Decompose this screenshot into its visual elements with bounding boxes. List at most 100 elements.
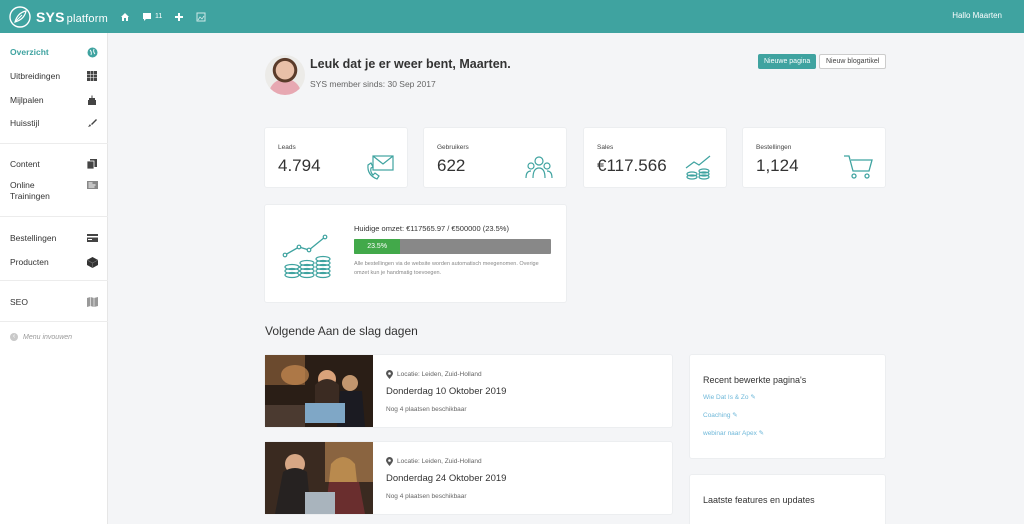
globe-icon <box>86 46 98 58</box>
features-title: Laatste features en updates <box>703 495 815 505</box>
brand-main: SYS <box>36 8 65 25</box>
recent-pages-title: Recent bewerkte pagina's <box>703 375 807 385</box>
map-pin-icon <box>386 370 393 379</box>
sidebar-item-label: Mijlpalen <box>10 95 44 105</box>
sidebar-item-label: Huisstijl <box>10 118 40 128</box>
box-icon <box>86 256 98 268</box>
map-icon <box>86 296 98 308</box>
sidebar-item-huisstijl[interactable]: Huisstijl <box>0 116 108 130</box>
sidebar-divider <box>0 143 108 144</box>
messages-button[interactable]: 11 <box>142 12 162 22</box>
stat-label: Gebruikers <box>437 144 469 151</box>
brand-sub: platform <box>66 12 108 25</box>
sidebar-item-mijlpalen[interactable]: Mijlpalen <box>0 93 108 107</box>
avatar[interactable] <box>265 55 305 95</box>
stat-label: Bestellingen <box>756 144 792 151</box>
recent-page-link-text: webinar naar Apex <box>703 430 757 437</box>
member-since: SYS member sinds: 30 Sep 2017 <box>310 79 436 89</box>
event-location: Locatie: Leiden, Zuid-Holland <box>386 370 482 379</box>
event-location: Locatie: Leiden, Zuid-Holland <box>386 457 482 466</box>
features-card: Laatste features en updates <box>690 475 885 524</box>
chevron-left-icon: ‹ <box>10 333 18 341</box>
sidebar-item-overzicht[interactable]: Overzicht <box>0 45 108 59</box>
sidebar-item-label: Uitbreidingen <box>10 71 61 81</box>
sales-chart-icon <box>685 155 711 180</box>
pencil-icon: ✎ <box>750 394 756 401</box>
users-icon <box>525 156 553 179</box>
stat-card-gebruikers[interactable]: Gebruikers 622 <box>424 128 566 187</box>
revenue-growth-icon <box>282 234 331 279</box>
stat-value: €117.566 <box>597 156 667 175</box>
comment-icon <box>143 12 151 21</box>
event-seats: Nog 4 plaatsen beschikbaar <box>386 493 467 500</box>
collapse-menu-label: Menu invouwen <box>23 333 73 341</box>
cart-icon <box>844 155 873 179</box>
new-page-button[interactable]: Nieuwe pagina <box>758 54 817 69</box>
events-section-title: Volgende Aan de slag dagen <box>265 324 418 338</box>
stat-card-bestellingen[interactable]: Bestellingen 1,124 <box>743 128 885 187</box>
recent-page-link[interactable]: Coaching ✎ <box>703 411 738 419</box>
image-icon[interactable] <box>196 12 206 22</box>
sidebar-item-online-trainingen[interactable]: Online Trainingen <box>0 180 108 204</box>
stat-card-leads[interactable]: Leads 4.794 <box>265 128 407 187</box>
revenue-title: Huidige omzet: €117565.97 / €500000 (23.… <box>354 224 509 233</box>
sidebar-item-label: Content <box>10 159 40 169</box>
event-seats: Nog 4 plaatsen beschikbaar <box>386 406 467 413</box>
recent-page-link[interactable]: webinar naar Apex ✎ <box>703 429 764 437</box>
stat-label: Sales <box>597 144 614 151</box>
sidebar-item-seo[interactable]: SEO <box>0 295 108 309</box>
top-bar: SYS platform 11 Hallo Maarten <box>0 0 1024 33</box>
plus-icon[interactable] <box>174 12 184 22</box>
card-icon <box>86 232 98 244</box>
event-card[interactable]: Locatie: Leiden, Zuid-Holland Donderdag … <box>265 355 672 427</box>
pencil-icon: ✎ <box>758 430 765 437</box>
recent-page-link-text: Wie Dat Is & Zo <box>703 394 749 401</box>
sidebar-item-producten[interactable]: Producten <box>0 255 108 269</box>
copy-icon <box>86 158 98 170</box>
stat-value: 1,124 <box>756 156 799 175</box>
stat-card-sales[interactable]: Sales €117.566 <box>584 128 726 187</box>
messages-count: 11 <box>155 13 163 20</box>
new-blog-post-button[interactable]: Nieuw blogartikel <box>819 54 887 69</box>
pencil-icon: ✎ <box>732 412 738 419</box>
mail-phone-icon <box>367 155 394 180</box>
user-greeting[interactable]: Hallo Maarten <box>952 11 1002 20</box>
recent-page-link-text: Coaching <box>703 412 731 419</box>
welcome-title: Leuk dat je er weer bent, Maarten. <box>310 57 511 71</box>
map-pin-icon <box>386 457 393 466</box>
home-icon[interactable] <box>120 12 130 22</box>
training-icon <box>86 180 98 192</box>
revenue-note: Alle bestellingen via de website worden … <box>354 261 539 276</box>
event-location-text: Locatie: Leiden, Zuid-Holland <box>397 371 482 378</box>
revenue-progress-fill: 23.5% <box>354 239 401 254</box>
event-date: Donderdag 10 Oktober 2019 <box>386 386 507 397</box>
stat-label: Leads <box>278 144 296 151</box>
sidebar-item-label: Overzicht <box>10 47 49 57</box>
sidebar-item-label: Bestellingen <box>10 233 57 243</box>
stat-value: 622 <box>437 156 466 175</box>
sidebar-divider <box>0 321 108 322</box>
revenue-progress-bar: 23.5% <box>354 239 551 254</box>
recent-page-link[interactable]: Wie Dat Is & Zo ✎ <box>703 393 756 401</box>
brand-name: SYS platform <box>36 9 108 25</box>
sidebar-item-label: SEO <box>10 297 28 307</box>
sidebar-item-uitbreidingen[interactable]: Uitbreidingen <box>0 69 108 83</box>
sidebar-item-bestellingen[interactable]: Bestellingen <box>0 231 108 245</box>
leaf-logo-icon <box>9 5 31 28</box>
sidebar-item-content[interactable]: Content <box>0 157 108 171</box>
sidebar-divider <box>0 216 108 217</box>
collapse-menu-button[interactable]: ‹ Menu invouwen <box>10 333 72 341</box>
event-card[interactable]: Locatie: Leiden, Zuid-Holland Donderdag … <box>265 442 672 514</box>
top-icons: 11 <box>120 12 206 22</box>
sidebar: Overzicht Uitbreidingen Mijlpalen Huisst… <box>0 33 108 524</box>
event-location-text: Locatie: Leiden, Zuid-Holland <box>397 458 482 465</box>
cake-icon <box>86 94 98 106</box>
brand[interactable]: SYS platform <box>0 5 108 29</box>
stat-value: 4.794 <box>278 156 321 175</box>
revenue-card: Huidige omzet: €117565.97 / €500000 (23.… <box>265 205 566 302</box>
recent-pages-card: Recent bewerkte pagina's Wie Dat Is & Zo… <box>690 355 885 458</box>
sidebar-divider <box>0 280 108 281</box>
sidebar-item-label: Online Trainingen <box>10 180 50 202</box>
grid-icon <box>86 70 98 82</box>
brush-icon <box>86 117 98 129</box>
